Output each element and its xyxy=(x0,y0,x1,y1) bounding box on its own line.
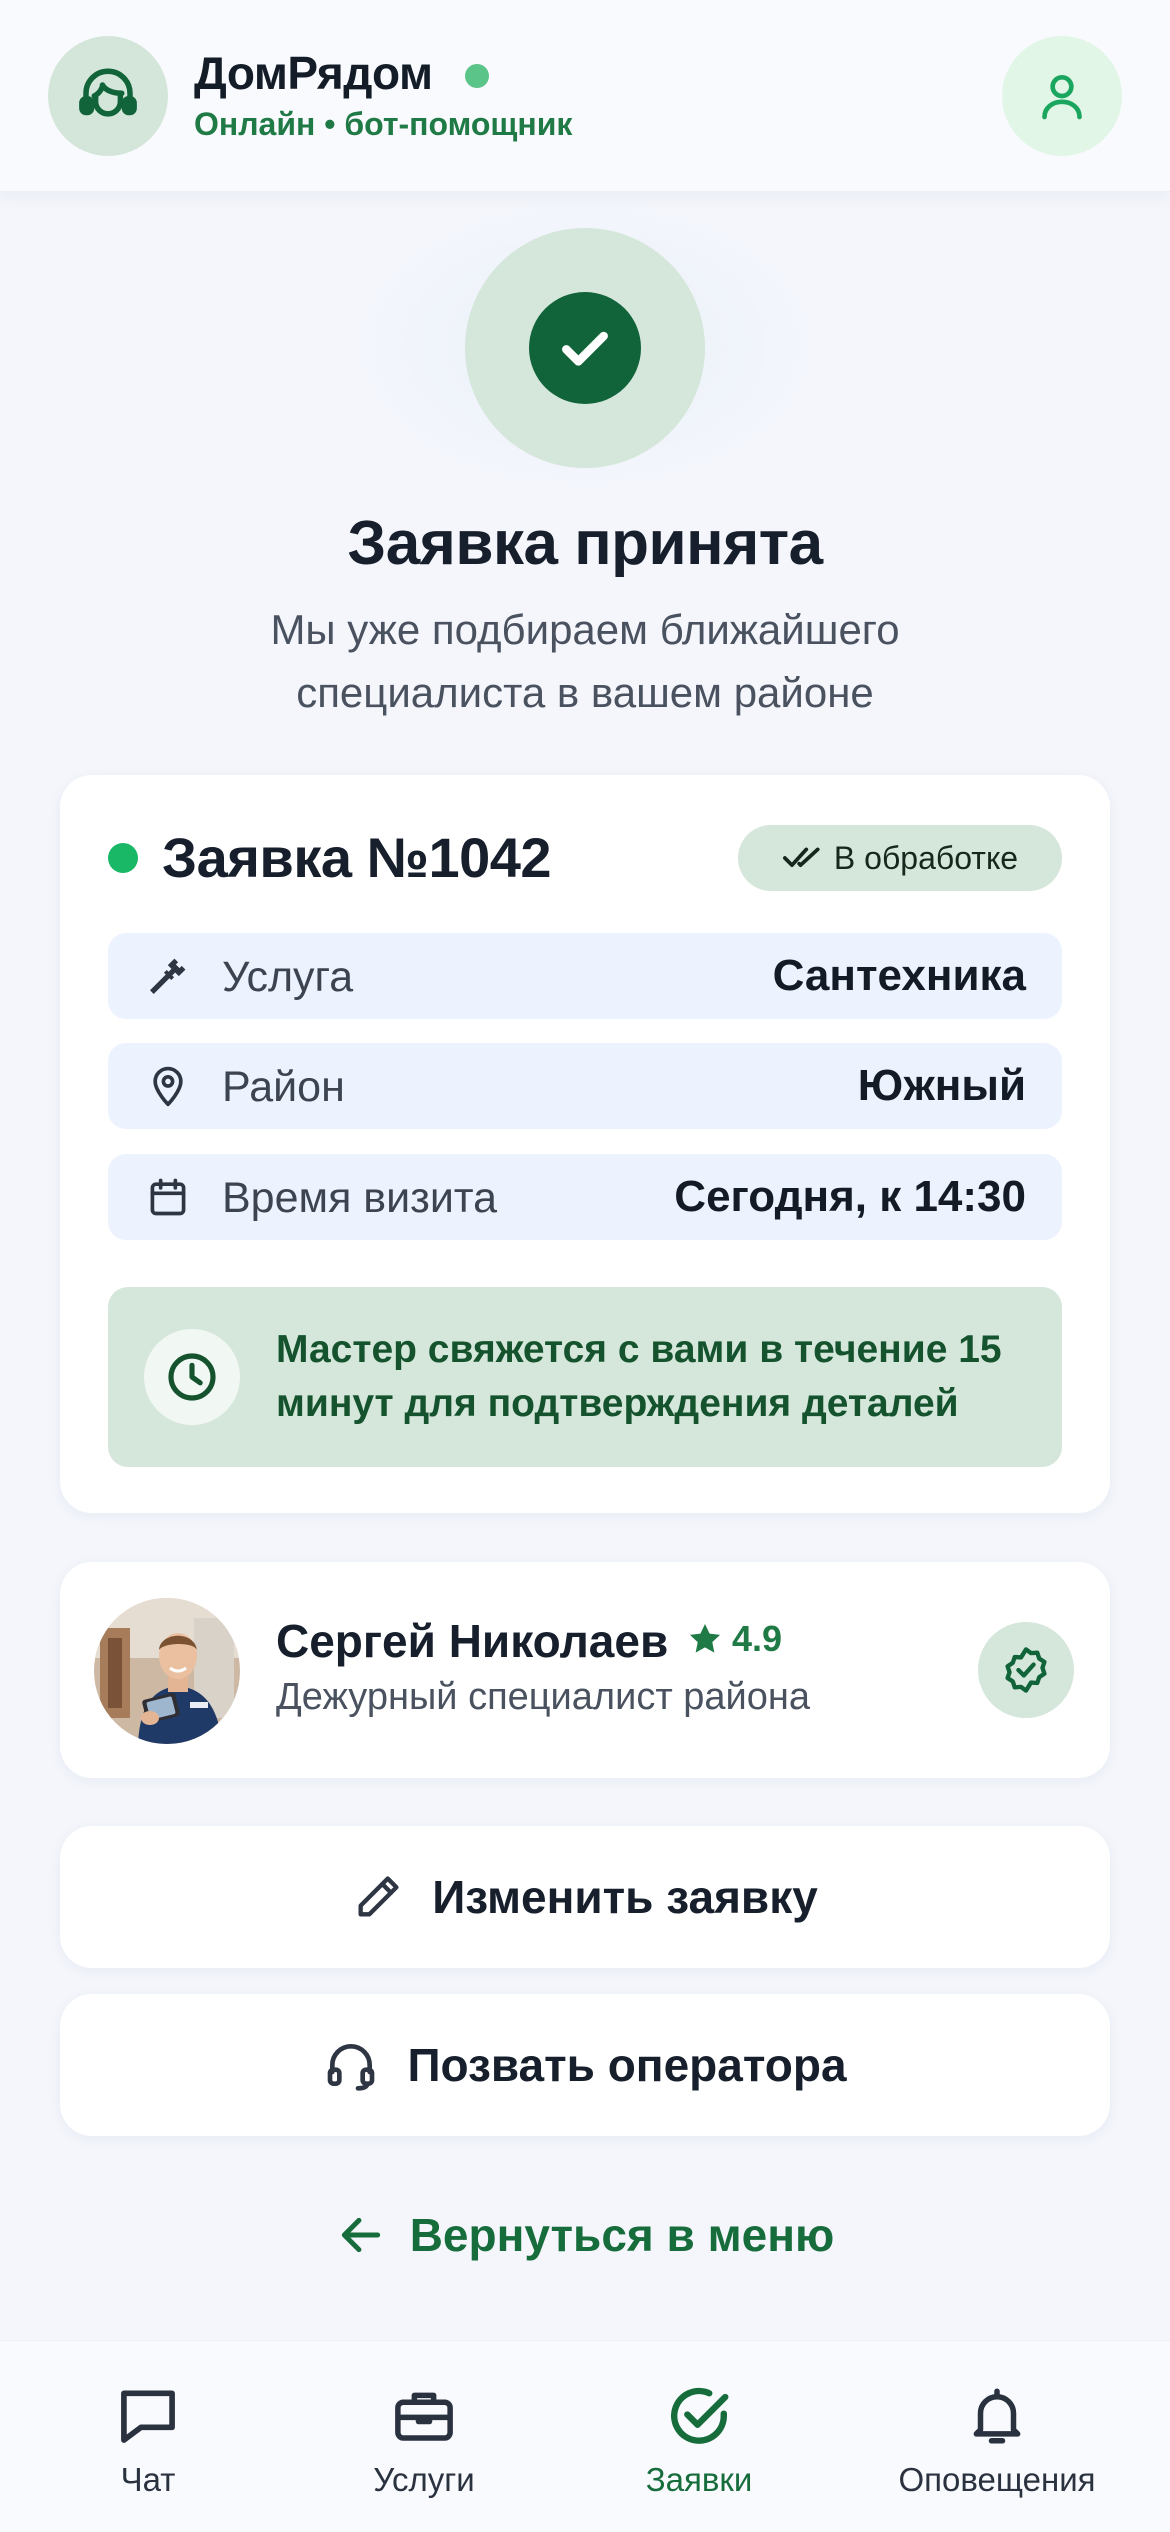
rating-value: 4.9 xyxy=(732,1618,783,1659)
back-to-menu-link[interactable]: Вернуться в меню xyxy=(0,2200,1170,2270)
app-subtitle: Онлайн • бот-помощник xyxy=(194,106,573,142)
tab-notifications[interactable]: Оповещения xyxy=(857,2381,1137,2501)
order-title: Заявка №1042 xyxy=(162,826,552,889)
online-status-dot xyxy=(465,64,489,88)
tab-label: Оповещения xyxy=(898,2461,1096,2498)
edit-order-button[interactable]: Изменить заявку xyxy=(60,1826,1110,1968)
tab-services[interactable]: Услуги xyxy=(284,2381,564,2501)
double-check-icon xyxy=(782,847,820,867)
success-subtitle: Мы уже подбираем ближайшего специалиста … xyxy=(270,606,900,716)
tab-label: Чат xyxy=(120,2461,176,2498)
call-operator-button[interactable]: Позвать оператора xyxy=(60,1994,1110,2136)
support-agent-icon xyxy=(79,68,137,117)
edit-order-label: Изменить заявку xyxy=(432,1871,818,1923)
wrench-icon xyxy=(150,958,186,994)
specialist-card[interactable]: Сергей Николаев 4.9 Дежурный специалист … xyxy=(60,1562,1110,1778)
info-value: Южный xyxy=(857,1061,1026,1110)
tab-label: Заявки xyxy=(645,2461,753,2498)
tab-label: Услуги xyxy=(373,2461,475,2498)
info-row-district: Район Южный xyxy=(108,1043,1062,1129)
clock-icon xyxy=(168,1353,216,1401)
specialist-role: Дежурный специалист района xyxy=(276,1676,811,1718)
star-icon xyxy=(689,1623,721,1653)
check-circle-icon xyxy=(671,2387,729,2444)
map-pin-icon xyxy=(153,1066,183,1107)
order-card: Заявка №1042 В обработке Услуга Сантехни… xyxy=(60,775,1110,1513)
app-title: ДомРядом xyxy=(194,47,433,99)
verified-icon xyxy=(1005,1647,1047,1693)
back-to-menu-label: Вернуться в меню xyxy=(409,2209,835,2261)
success-badge xyxy=(465,228,705,468)
notice-icon-wrap xyxy=(144,1329,240,1425)
user-icon xyxy=(1042,75,1082,120)
pencil-icon xyxy=(358,1876,399,1917)
info-label: Время визита xyxy=(222,1174,498,1222)
tab-orders[interactable]: Заявки xyxy=(559,2381,839,2501)
app-header: ДомРядом Онлайн • бот-помощник xyxy=(0,0,1170,192)
info-value: Сантехника xyxy=(772,951,1026,1000)
notice-text: Мастер свяжется с вами в течение 15 мину… xyxy=(276,1328,1002,1425)
success-title: Заявка принята xyxy=(347,509,823,578)
briefcase-icon xyxy=(395,2392,453,2441)
info-value: Сегодня, к 14:30 xyxy=(674,1172,1026,1221)
specialist-rating: 4.9 xyxy=(686,1618,782,1660)
check-icon xyxy=(562,331,608,366)
calendar-icon xyxy=(150,1178,186,1216)
info-row-service: Услуга Сантехника xyxy=(108,933,1062,1019)
info-label: Услуга xyxy=(222,953,354,1001)
verified-badge xyxy=(978,1622,1074,1718)
info-label: Район xyxy=(222,1063,345,1111)
headset-icon xyxy=(328,2044,375,2091)
tab-chat[interactable]: Чат xyxy=(8,2381,288,2501)
specialist-name: Сергей Николаев xyxy=(276,1615,669,1667)
chat-icon xyxy=(121,2390,175,2443)
profile-button[interactable] xyxy=(1002,36,1122,156)
specialist-avatar xyxy=(94,1598,240,1744)
callback-notice: Мастер свяжется с вами в течение 15 мину… xyxy=(108,1287,1062,1467)
info-row-visit-time: Время визита Сегодня, к 14:30 xyxy=(108,1154,1062,1240)
arrow-left-icon xyxy=(341,2217,380,2253)
status-label: В обработке xyxy=(833,839,1019,876)
order-status-dot xyxy=(108,843,138,873)
call-operator-label: Позвать оператора xyxy=(407,2039,847,2091)
bot-avatar[interactable] xyxy=(48,36,168,156)
bottom-tab-bar: Чат Услуги Заявки Оповещения xyxy=(0,2340,1170,2532)
bell-icon xyxy=(973,2388,1021,2444)
status-badge: В обработке xyxy=(738,825,1062,891)
